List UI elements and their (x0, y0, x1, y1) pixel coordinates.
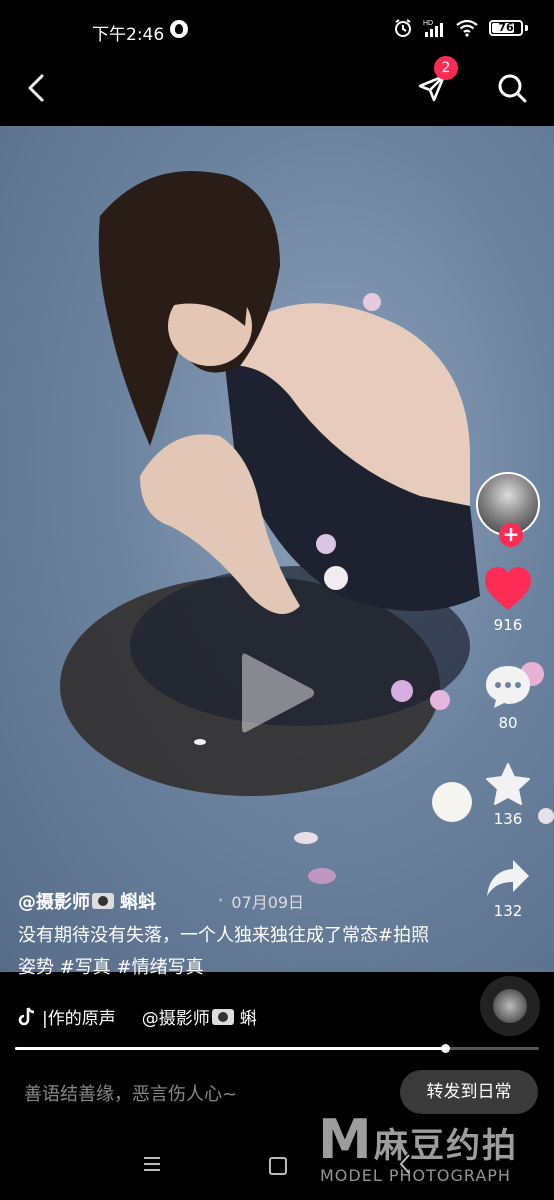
hd-label: HD (423, 20, 433, 27)
wifi-icon (456, 19, 478, 37)
menu-icon[interactable] (142, 1156, 162, 1172)
side-actions: + 916 80 136 132 (468, 472, 548, 920)
progress-knob[interactable] (440, 1044, 450, 1053)
follow-button[interactable]: + (499, 523, 523, 547)
home-icon[interactable] (269, 1157, 287, 1175)
alarm-icon (395, 19, 411, 37)
author-name-suffix[interactable]: 蝌蚪 (120, 888, 156, 914)
comment-input[interactable]: 善语结善缘，恶言伤人心~ (24, 1080, 237, 1106)
author-avatar[interactable]: + (476, 472, 540, 547)
progress-fill (15, 1047, 445, 1050)
search-icon (498, 74, 527, 103)
music-author: @摄影师 蝌 (141, 1008, 257, 1029)
heart-icon (485, 567, 531, 610)
send-badge: 2 (434, 56, 458, 80)
music-disc-cover (493, 989, 527, 1023)
forward-button[interactable]: 转发到日常 (400, 1070, 538, 1114)
music-disc[interactable] (480, 976, 540, 1036)
comment-count: 80 (498, 714, 518, 732)
post-description[interactable]: 没有期待没有失落，一个人独来独往成了常态#拍照姿势 #写真 #情绪写真 (18, 920, 438, 984)
watermark-logo: M (318, 1108, 372, 1171)
post-date: 07月09日 (231, 893, 305, 912)
comment-button[interactable]: 80 (484, 664, 532, 732)
camera-icon (211, 1008, 234, 1025)
camera-icon (92, 893, 114, 909)
top-nav: 2 (0, 56, 554, 126)
favorite-count: 136 (493, 810, 523, 828)
share-icon (487, 860, 529, 896)
status-time: 下午2:46 (92, 25, 165, 45)
qq-notification-icon (170, 20, 188, 38)
battery-icon: 76 (489, 20, 523, 36)
caption: @摄影师 蝌蚪 · 07月09日 没有期待没有失落，一个人独来独往成了常态#拍照… (18, 888, 438, 984)
battery-level: 76 (498, 21, 514, 34)
watermark-en: MODEL PHOTOGRAPH (320, 1166, 511, 1185)
comment-icon (486, 666, 530, 708)
author-name[interactable]: @摄影师 (18, 888, 90, 914)
separator-dot: · (218, 893, 224, 909)
status-icons: HD 76 (393, 18, 528, 38)
watermark-cn: 麻豆约拍 (374, 1126, 518, 1166)
author-line: @摄影师 蝌蚪 · 07月09日 (18, 888, 438, 914)
share-button[interactable]: 132 (485, 858, 531, 920)
favorite-button[interactable]: 136 (485, 762, 531, 828)
tiktok-note-icon (18, 1006, 35, 1025)
music-line[interactable]: |作的原声 @摄影师 蝌 (18, 1004, 257, 1029)
music-title: |作的原声 (42, 1009, 116, 1029)
watermark: M 麻豆约拍 MODEL PHOTOGRAPH (318, 1112, 548, 1192)
star-icon (486, 763, 530, 805)
like-button[interactable]: 916 (483, 566, 533, 634)
status-bar: 下午2:46 HD 76 (0, 0, 554, 60)
like-count: 916 (493, 616, 523, 634)
signal-icon: HD (423, 20, 443, 37)
play-icon[interactable] (238, 648, 318, 738)
progress-bar[interactable] (15, 1044, 539, 1053)
screen: 下午2:46 HD 76 2 + 916 80 136 132 @摄影师 蝌蚪 … (0, 0, 554, 1200)
search-button[interactable] (492, 68, 532, 108)
share-count: 132 (493, 902, 523, 920)
back-button[interactable] (18, 68, 58, 108)
back-icon (28, 74, 44, 102)
